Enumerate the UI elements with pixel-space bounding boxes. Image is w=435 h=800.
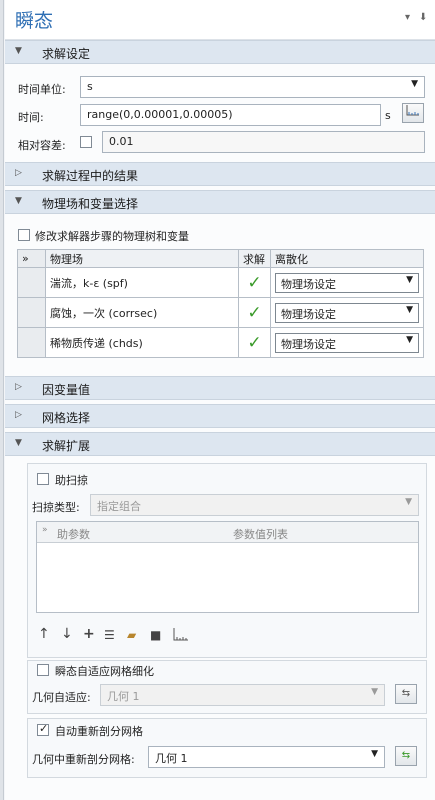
sweep-type-value: 指定组合 — [97, 500, 141, 513]
rel-tol-label: 相对容差: — [18, 139, 66, 152]
collapsed-arrow-icon: ▷ — [15, 382, 22, 392]
move-down-icon[interactable]: ↓ — [61, 626, 73, 642]
move-up-icon[interactable]: ↑ — [38, 626, 50, 642]
check-icon[interactable]: ✓ — [247, 333, 261, 353]
geom-adapt-label: 几何自适应: — [32, 691, 91, 704]
sweep-type-label: 扫掠类型: — [32, 501, 80, 514]
chevron-down-icon: ▼ — [406, 274, 413, 285]
expanded-arrow-icon: ▼ — [15, 46, 22, 56]
expanded-arrow-icon: ▼ — [15, 438, 22, 448]
section-results-during[interactable]: ▷ 求解过程中的结果 — [5, 162, 435, 186]
discretization-value: 物理场设定 — [281, 307, 336, 321]
section-physics-vars[interactable]: ▼ 物理场和变量选择 — [5, 190, 435, 214]
page-title: 瞬态 — [15, 10, 54, 32]
time-unit-value: s — [87, 80, 93, 93]
collapsed-arrow-icon: ▷ — [15, 168, 22, 178]
go-to-source-button[interactable]: ⇆ — [395, 684, 417, 704]
range-icon[interactable] — [173, 627, 189, 641]
col-solve-header: 求解 — [238, 249, 271, 268]
chevron-down-icon: ▼ — [406, 334, 413, 345]
physics-table: » 物理场 求解 离散化 湍流，k-ε (spf) ✓ 物理场设定 ▼ 腐蚀，一次… — [17, 249, 424, 358]
row-gutter-header: » — [42, 525, 48, 535]
discretization-value: 物理场设定 — [281, 277, 336, 291]
check-icon[interactable]: ✓ — [247, 273, 261, 293]
section-title: 物理场和变量选择 — [42, 197, 139, 211]
physics-name: 稀物质传递 (chds) — [45, 327, 239, 358]
auto-remesh-label: 自动重新剖分网格 — [55, 725, 143, 738]
table-header-row: » 物理场 求解 离散化 — [17, 249, 424, 268]
physics-name: 腐蚀，一次 (corrsec) — [45, 297, 239, 328]
auto-remesh-checkbox[interactable] — [37, 722, 49, 736]
aux-sweep-checkbox[interactable] — [37, 473, 49, 485]
geom-adapt-select[interactable]: 几何 1 ▼ — [100, 684, 385, 706]
chevron-down-icon: ▼ — [371, 749, 378, 759]
section-title: 求解过程中的结果 — [42, 169, 139, 183]
row-gutter-header: » — [17, 249, 46, 268]
aux-sweep-label: 助扫掠 — [55, 474, 88, 487]
chevron-down-icon: ▼ — [371, 687, 378, 697]
time-label: 时间: — [18, 111, 44, 124]
chevron-down-icon: ▼ — [406, 304, 413, 315]
section-mesh-select[interactable]: ▷ 网格选择 — [5, 404, 435, 428]
time-unit-label: 时间单位: — [18, 83, 66, 96]
table-row[interactable]: 湍流，k-ε (spf) ✓ 物理场设定 ▼ — [17, 267, 424, 298]
discretization-select[interactable]: 物理场设定 ▼ — [275, 302, 419, 323]
time-unit-suffix: s — [385, 109, 391, 122]
col-param-header: 助参数 — [57, 528, 90, 541]
modify-physics-label: 修改求解器步骤的物理树和变量 — [35, 230, 189, 243]
section-title: 求解设定 — [42, 47, 91, 61]
discretization-select[interactable]: 物理场设定 ▼ — [275, 272, 419, 293]
section-solve-extension[interactable]: ▼ 求解扩展 — [5, 432, 435, 456]
table-row[interactable]: 稀物质传递 (chds) ✓ 物理场设定 ▼ — [17, 327, 424, 358]
discretization-value: 物理场设定 — [281, 337, 336, 351]
sweep-type-select[interactable]: 指定组合 ▼ — [90, 494, 419, 516]
rel-tol-checkbox[interactable] — [80, 136, 92, 148]
geom-remesh-label: 几何中重新剖分网格: — [32, 753, 135, 766]
adaptive-label: 瞬态自适应网格细化 — [55, 665, 154, 678]
section-solve-settings[interactable]: ▼ 求解设定 — [5, 40, 435, 64]
range-list-icon[interactable]: ☰ — [104, 628, 115, 642]
go-to-source-icon: ⇆ — [401, 688, 411, 699]
col-physics-header: 物理场 — [45, 249, 239, 268]
pin-icon[interactable]: ⬇ — [419, 12, 427, 23]
rel-tol-input[interactable]: 0.01 — [102, 131, 425, 153]
col-disc-header: 离散化 — [270, 249, 424, 268]
physics-name: 湍流，k-ε (spf) — [45, 267, 239, 298]
range-icon — [406, 105, 419, 116]
param-grid: » 助参数 参数值列表 — [36, 521, 419, 613]
expanded-arrow-icon: ▼ — [15, 196, 22, 206]
section-title: 网格选择 — [42, 411, 91, 425]
section-title: 求解扩展 — [42, 439, 91, 453]
settings-panel: 瞬态 ▾ ⬇ ▼ 求解设定 时间单位: s ▼ 时间: range(0,0.00… — [5, 0, 435, 800]
geom-remesh-value: 几何 1 — [155, 752, 188, 765]
discretization-select[interactable]: 物理场设定 ▼ — [275, 332, 419, 353]
geom-adapt-value: 几何 1 — [107, 690, 140, 703]
time-input[interactable]: range(0,0.00001,0.00005) — [80, 104, 381, 126]
add-icon[interactable]: + — [83, 626, 95, 642]
geom-remesh-select[interactable]: 几何 1 ▼ — [148, 746, 385, 768]
modify-physics-checkbox[interactable] — [18, 229, 30, 241]
section-title: 因变量值 — [42, 383, 91, 397]
time-unit-select[interactable]: s ▼ — [80, 76, 425, 98]
param-grid-header: » 助参数 参数值列表 — [37, 522, 418, 543]
go-to-source-icon: ⇆ — [401, 750, 411, 761]
chevron-down-icon: ▼ — [405, 497, 412, 507]
menu-dropdown-icon[interactable]: ▾ — [405, 12, 410, 23]
title-bar: 瞬态 ▾ ⬇ — [5, 0, 435, 40]
left-edge — [0, 0, 4, 800]
adaptive-checkbox[interactable] — [37, 664, 49, 676]
col-values-header: 参数值列表 — [233, 528, 288, 541]
save-icon[interactable]: ■ — [150, 628, 161, 642]
table-row[interactable]: 腐蚀，一次 (corrsec) ✓ 物理场设定 ▼ — [17, 297, 424, 328]
collapsed-arrow-icon: ▷ — [15, 410, 22, 420]
section-dependent-values[interactable]: ▷ 因变量值 — [5, 376, 435, 400]
check-icon[interactable]: ✓ — [247, 303, 261, 323]
chevron-down-icon: ▼ — [411, 79, 418, 89]
open-folder-icon[interactable]: ▰ — [127, 628, 136, 642]
go-to-source-button[interactable]: ⇆ — [395, 746, 417, 766]
range-button[interactable] — [402, 103, 424, 123]
